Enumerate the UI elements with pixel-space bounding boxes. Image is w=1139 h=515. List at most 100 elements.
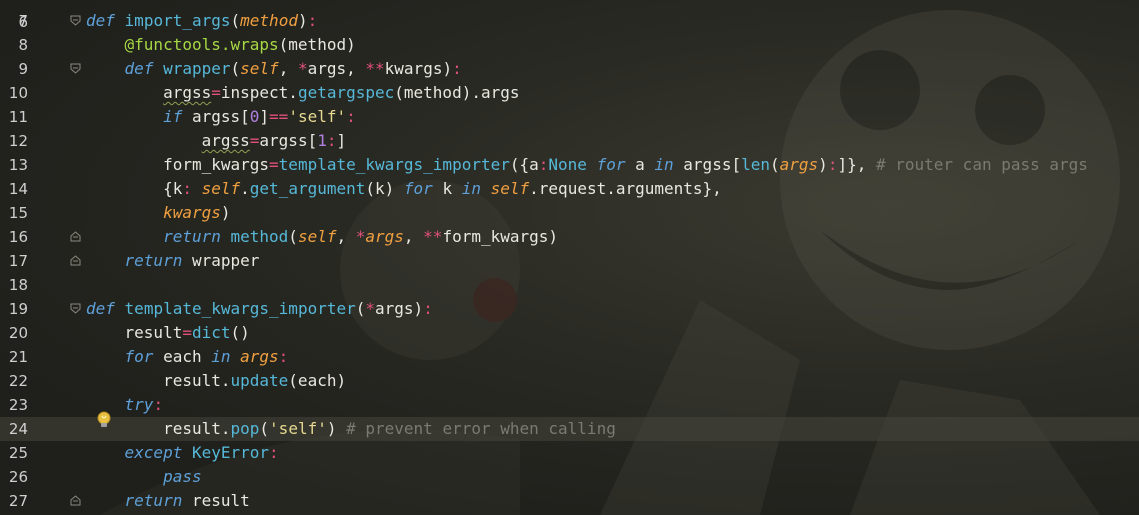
code-token: =: [211, 83, 221, 102]
code-text[interactable]: return method(self, *args, **form_kwargs…: [86, 225, 558, 249]
code-token: pop: [230, 419, 260, 438]
code-text[interactable]: result.pop('self') # prevent error when …: [86, 417, 616, 441]
code-text[interactable]: pass: [86, 465, 202, 489]
code-token: len: [741, 155, 770, 174]
code-editor[interactable]: 7 def import_args(method): 8 @functools.wr…: [0, 0, 1139, 515]
code-line[interactable]: 21 for each in args:: [0, 345, 1139, 369]
code-line[interactable]: 10 argss=inspect.getargspec(method).args: [0, 81, 1139, 105]
code-line[interactable]: 17 return wrapper: [0, 249, 1139, 273]
code-token: in: [461, 179, 481, 198]
code-text[interactable]: @functools.wraps(method): [86, 33, 356, 57]
code-line[interactable]: 14 {k: self.get_argument(k) for k in sel…: [0, 177, 1139, 201]
code-token: result: [182, 491, 250, 510]
code-text[interactable]: argss=argss[1:]: [86, 129, 347, 153]
fold-close-icon[interactable]: [70, 231, 81, 242]
code-line[interactable]: 8 @functools.wraps(method): [0, 33, 1139, 57]
line-number: 10: [8, 84, 28, 102]
code-token: :: [182, 179, 192, 198]
code-token: (k): [365, 179, 404, 198]
code-token: (: [259, 419, 270, 438]
code-token: (: [770, 155, 780, 174]
code-line[interactable]: 23 try:: [0, 393, 1139, 417]
code-line[interactable]: 7 def import_args(method):: [0, 9, 1139, 33]
code-area[interactable]: 7 def import_args(method): 8 @functools.wr…: [0, 0, 1139, 515]
code-line[interactable]: 16 return method(self, *args, **form_kwa…: [0, 225, 1139, 249]
code-token: ({a: [509, 155, 539, 174]
code-token: def: [86, 299, 115, 318]
code-text[interactable]: for each in args:: [86, 345, 289, 369]
code-token: :: [278, 347, 289, 366]
code-line[interactable]: 12 argss=argss[1:]: [0, 129, 1139, 153]
code-text[interactable]: form_kwargs=template_kwargs_importer({a:…: [86, 153, 1088, 177]
code-line[interactable]: 13 form_kwargs=template_kwargs_importer(…: [0, 153, 1139, 177]
fold-open-icon[interactable]: [70, 15, 81, 26]
code-line[interactable]: 11 if argss[0]=='self':: [0, 105, 1139, 129]
code-text[interactable]: result=dict(): [86, 321, 250, 345]
line-number: 24: [8, 420, 28, 438]
code-text[interactable]: def template_kwargs_importer(*args):: [86, 297, 433, 321]
code-line[interactable]: 27 return result: [0, 489, 1139, 513]
fold-open-icon[interactable]: [70, 303, 81, 314]
code-token: in: [211, 347, 231, 366]
code-token: pass: [163, 467, 202, 486]
code-token: **: [423, 227, 443, 246]
code-token: get_argument: [249, 179, 366, 198]
code-text[interactable]: def import_args(method):: [86, 9, 317, 33]
code-text[interactable]: argss=inspect.getargspec(method).args: [86, 81, 520, 105]
line-number: 26: [8, 468, 28, 486]
code-token: ]: [336, 131, 347, 150]
code-line[interactable]: 18: [0, 273, 1139, 297]
fold-close-icon[interactable]: [70, 495, 81, 506]
code-token: (): [230, 323, 250, 342]
code-token: template_kwargs_importer: [124, 299, 356, 318]
code-token: return: [124, 491, 183, 510]
code-token: 0: [249, 107, 260, 126]
code-token: argss[: [182, 107, 250, 126]
code-token: **: [365, 59, 385, 78]
code-text[interactable]: if argss[0]=='self':: [86, 105, 356, 129]
code-line[interactable]: 9 def wrapper(self, *args, **kwargs):: [0, 57, 1139, 81]
code-text[interactable]: kwargs): [86, 201, 230, 225]
code-token: return: [124, 251, 183, 270]
code-token: =: [269, 155, 279, 174]
code-token: update: [230, 371, 289, 390]
code-line[interactable]: 15 kwargs): [0, 201, 1139, 225]
code-text[interactable]: {k: self.get_argument(k) for k in self.r…: [86, 177, 722, 201]
fold-close-icon[interactable]: [70, 255, 81, 266]
code-token: dict: [191, 323, 231, 342]
code-token: :: [346, 107, 356, 126]
code-token: def: [124, 59, 154, 78]
code-token: (: [230, 59, 241, 78]
code-text[interactable]: return result: [86, 489, 250, 513]
code-text[interactable]: except KeyError:: [86, 441, 279, 465]
code-text[interactable]: def wrapper(self, *args, **kwargs):: [86, 57, 462, 81]
code-token: ,: [278, 59, 298, 78]
lightbulb-icon[interactable]: [96, 411, 112, 429]
code-line[interactable]: 22 result.update(each): [0, 369, 1139, 393]
code-token: .: [240, 179, 250, 198]
code-token: getargspec: [297, 83, 395, 102]
code-token: # prevent error when calling: [346, 419, 616, 438]
code-token: ): [818, 155, 828, 174]
code-text[interactable]: result.update(each): [86, 369, 346, 393]
code-line[interactable]: 20 result=dict(): [0, 321, 1139, 345]
code-line[interactable]: 26 pass: [0, 465, 1139, 489]
line-number: 13: [8, 156, 28, 174]
code-line[interactable]: 24 result.pop('self') # prevent error wh…: [0, 417, 1139, 441]
code-line[interactable]: 25 except KeyError:: [0, 441, 1139, 465]
line-number: 11: [8, 108, 28, 126]
code-token: each: [153, 347, 212, 366]
fold-open-icon[interactable]: [70, 63, 81, 74]
code-token: 'self': [288, 107, 347, 126]
code-text[interactable]: return wrapper: [86, 249, 260, 273]
code-token: (method).args: [394, 83, 520, 102]
code-line[interactable]: 19 def template_kwargs_importer(*args):: [0, 297, 1139, 321]
